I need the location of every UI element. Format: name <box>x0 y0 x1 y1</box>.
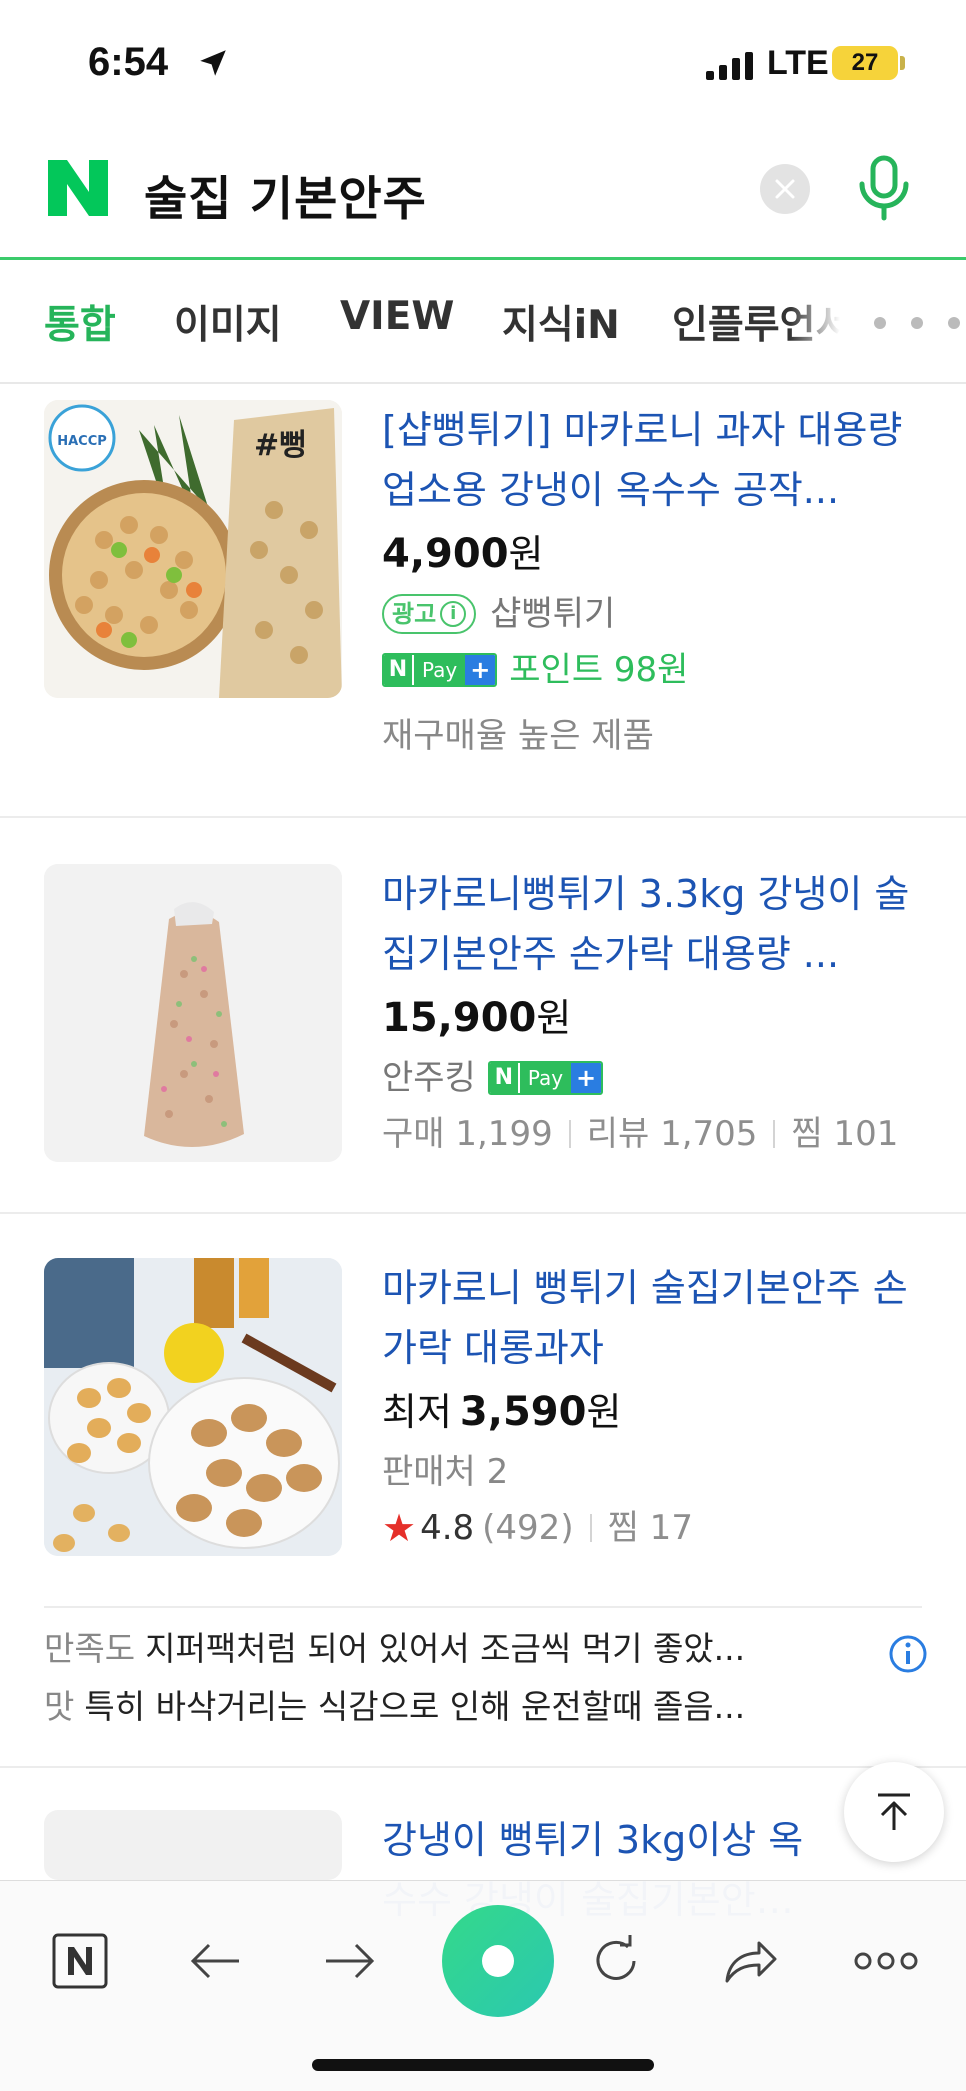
tab-view[interactable]: VIEW <box>340 294 454 339</box>
seller-name[interactable]: 샵뻥튀기 <box>490 586 615 642</box>
search-bar: 술집 기본안주 <box>0 130 966 260</box>
product-title[interactable]: 마카로니뻥튀기 3.3kg 강냉이 술집기본안주 손가락 대용량 ... <box>382 864 926 984</box>
rating-count[interactable]: (492) <box>482 1500 573 1556</box>
wish-count[interactable]: 찜 17 <box>608 1500 693 1556</box>
divider <box>0 1212 966 1214</box>
product-price: 최저 3,590원 <box>382 1384 926 1440</box>
svg-text:#뻥: #뻥 <box>254 428 307 463</box>
divider <box>44 1606 922 1608</box>
clear-search-button[interactable] <box>760 164 810 214</box>
divider <box>0 816 966 818</box>
battery-cap <box>900 56 905 70</box>
svg-text:HACCP: HACCP <box>57 434 107 449</box>
seller-row: 안주킹 N Pay + <box>382 1050 926 1106</box>
location-arrow-icon <box>200 50 226 76</box>
more-tabs-icon[interactable] <box>872 316 962 330</box>
divider <box>0 1766 966 1768</box>
seller-row: 광고 i 샵뻥튀기 <box>382 586 926 642</box>
separator <box>568 1120 571 1148</box>
price-value: 15,900 <box>382 995 537 1041</box>
search-input[interactable]: 술집 기본안주 <box>144 160 427 229</box>
refresh-button[interactable] <box>576 1921 656 2001</box>
product-note: 재구매율 높은 제품 <box>382 716 654 756</box>
price-value: 4,900 <box>382 531 509 577</box>
rating-value: 4.8 <box>420 1508 475 1548</box>
npay-row: N Pay + 포인트 98원 <box>382 642 926 698</box>
price-prefix: 최저 <box>382 1390 452 1434</box>
bottom-toolbar <box>0 1880 966 2091</box>
green-dot-icon <box>442 1905 554 2017</box>
product-image[interactable] <box>44 1258 342 1556</box>
status-time: 6:54 <box>88 40 169 84</box>
review-key: 맛 <box>44 1687 75 1726</box>
scroll-top-button[interactable] <box>844 1762 944 1862</box>
status-bar: 6:54 LTE 27 <box>0 0 966 120</box>
price-unit: 원 <box>508 532 544 576</box>
sellers-count[interactable]: 판매처 2 <box>382 1444 926 1500</box>
search-tabs: 통합 이미지 VIEW 지식iN 인플루언서 <box>0 262 966 384</box>
product-info: 마카로니뻥튀기 3.3kg 강냉이 술집기본안주 손가락 대용량 ... 15,… <box>382 864 926 1162</box>
npay-label: Pay <box>517 1063 572 1093</box>
price-value: 3,590 <box>459 1389 587 1435</box>
product-image[interactable] <box>44 864 342 1162</box>
tab-influencer[interactable]: 인플루언서 <box>672 294 840 350</box>
back-arrow-icon <box>190 1943 239 1979</box>
npay-label: Pay <box>412 655 466 685</box>
product-image[interactable] <box>44 1810 342 1880</box>
product-info: 마카로니 뻥튀기 술집기본안주 손가락 대롱과자 최저 3,590원 판매처 2 … <box>382 1258 926 1556</box>
battery-icon: 27 <box>832 46 898 80</box>
price-unit: 원 <box>586 1390 622 1434</box>
separator <box>589 1514 592 1542</box>
review-count[interactable]: 리뷰 1,705 <box>587 1106 758 1162</box>
seller-name[interactable]: 안주킹 <box>382 1050 476 1106</box>
separator <box>773 1120 776 1148</box>
network-label: LTE <box>767 44 829 82</box>
tab-images[interactable]: 이미지 <box>174 294 282 350</box>
review-text: 지퍼팩처럼 되어 있어서 조금씩 먹기 좋았... <box>145 1629 746 1668</box>
product-title[interactable]: 마카로니 뻥튀기 술집기본안주 손가락 대롱과자 <box>382 1258 926 1378</box>
npay-points: 포인트 98원 <box>509 650 689 690</box>
star-icon: ★ <box>382 1506 417 1550</box>
product-title[interactable]: [샵뻥튀기] 마카로니 과자 대용량 업소용 강냉이 옥수수 공작... <box>382 400 926 520</box>
ad-badge[interactable]: 광고 i <box>382 594 477 634</box>
forward-button[interactable] <box>310 1921 390 2001</box>
back-button[interactable] <box>175 1921 255 2001</box>
home-indicator[interactable] <box>312 2059 654 2071</box>
arrow-up-icon <box>878 1793 910 1830</box>
green-dot-button[interactable] <box>440 1903 556 2019</box>
naver-home-button[interactable] <box>40 1921 120 2001</box>
info-icon[interactable] <box>888 1634 928 1674</box>
npay-plus-badge: N Pay + <box>382 653 498 687</box>
ad-label: 광고 <box>392 600 437 628</box>
share-icon <box>725 1941 777 1983</box>
review-line: 맛 특히 바삭거리는 식감으로 인해 운전할때 졸음... <box>44 1678 824 1736</box>
product-info: [샵뻥튀기] 마카로니 과자 대용량 업소용 강냉이 옥수수 공작... 4,9… <box>382 400 926 764</box>
product-price: 4,900원 <box>382 526 926 582</box>
review-key: 만족도 <box>44 1629 136 1668</box>
purchase-count: 구매 1,199 <box>382 1114 553 1154</box>
product-image[interactable]: #뻥 HACCP <box>44 400 342 698</box>
microphone-icon[interactable] <box>854 154 914 224</box>
tab-integrated[interactable]: 통합 <box>44 294 116 350</box>
tab-knowledge-in[interactable]: 지식iN <box>502 294 620 350</box>
info-icon: i <box>440 601 467 627</box>
review-snippets[interactable]: 만족도 지퍼팩처럼 되어 있어서 조금씩 먹기 좋았... 맛 특히 바삭거리는 식… <box>44 1620 927 1736</box>
share-button[interactable] <box>711 1921 791 2001</box>
review-line: 만족도 지퍼팩처럼 되어 있어서 조금씩 먹기 좋았... <box>44 1620 824 1678</box>
wish-count[interactable]: 찜 101 <box>791 1106 898 1162</box>
forward-arrow-icon <box>326 1943 375 1979</box>
npay-plus-badge: N Pay + <box>487 1061 604 1095</box>
more-button[interactable] <box>846 1921 926 2001</box>
refresh-icon <box>596 1935 636 1980</box>
product-stats: 구매 1,199 리뷰 1,705 찜 101 <box>382 1106 926 1162</box>
naver-home-icon <box>52 1933 108 1989</box>
naver-logo-icon[interactable] <box>48 160 108 216</box>
more-icon <box>854 1952 918 1970</box>
close-icon <box>775 179 795 199</box>
signal-icon <box>706 52 753 80</box>
product-stats: ★ 4.8 (492) 찜 17 <box>382 1500 926 1556</box>
price-unit: 원 <box>536 996 572 1040</box>
review-text: 특히 바삭거리는 식감으로 인해 운전할때 졸음... <box>84 1687 746 1726</box>
product-price: 15,900원 <box>382 990 926 1046</box>
